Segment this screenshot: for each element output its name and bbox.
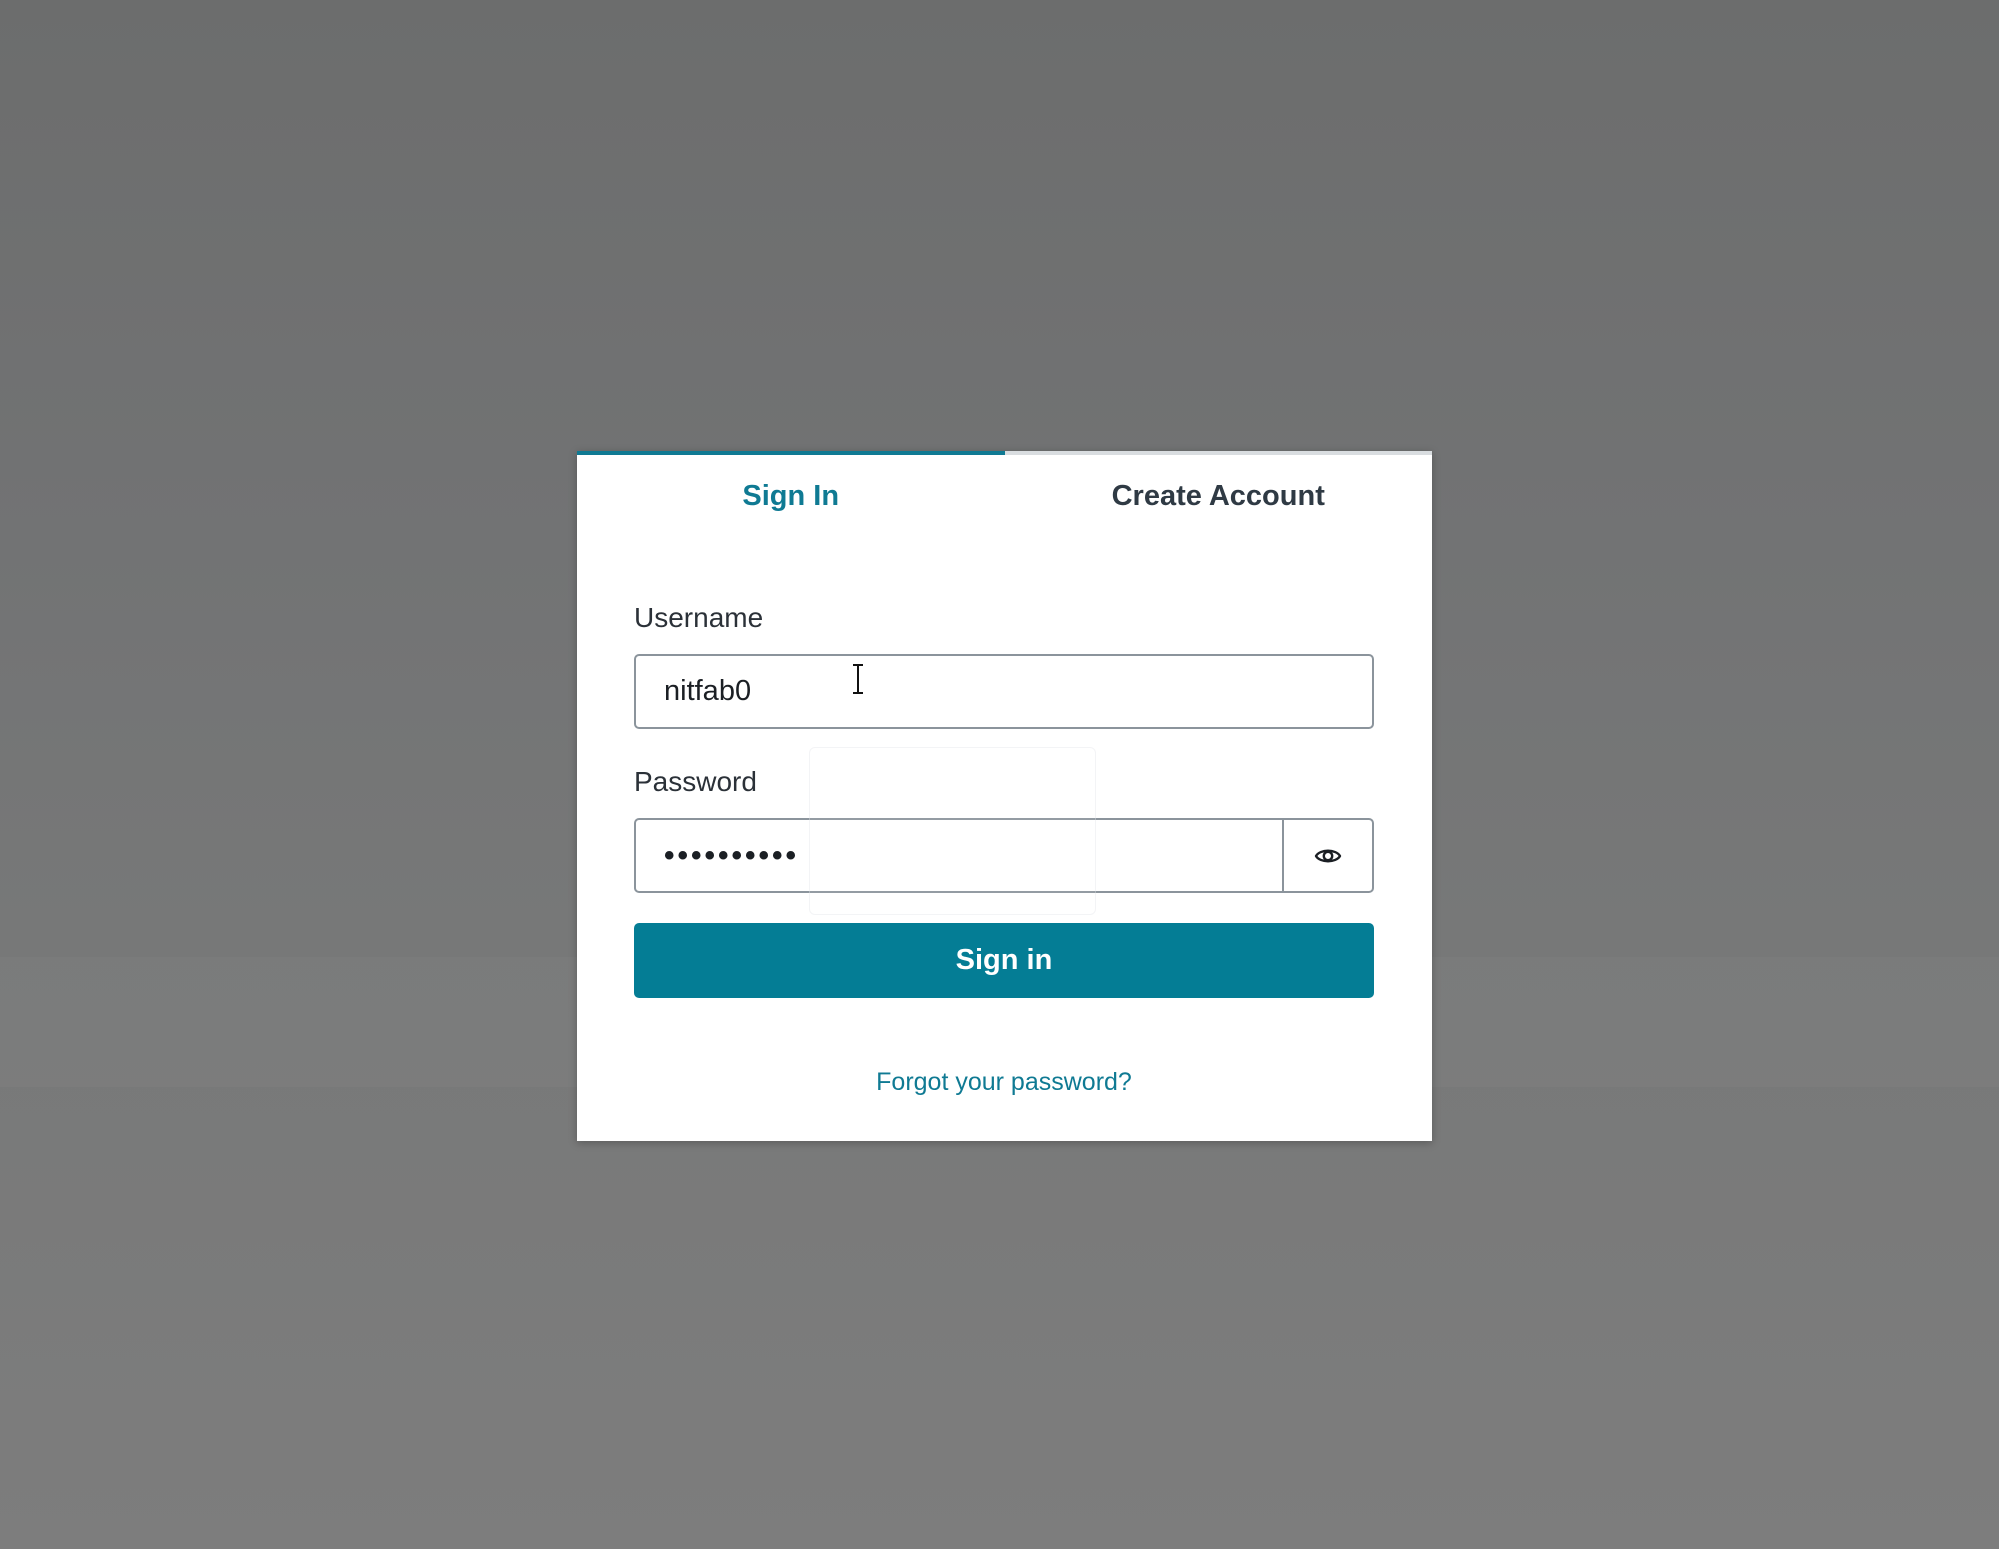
sign-in-dialog: Sign In Create Account Username Password… [577, 451, 1432, 1141]
password-field-group [634, 818, 1374, 893]
tab-sign-in[interactable]: Sign In [577, 451, 1005, 559]
auth-tabs: Sign In Create Account [577, 451, 1432, 559]
forgot-password-link[interactable]: Forgot your password? [634, 1068, 1374, 1097]
tab-sign-in-label: Sign In [742, 479, 840, 512]
show-password-button[interactable] [1284, 818, 1374, 893]
username-label: Username [634, 602, 764, 633]
username-input[interactable] [634, 654, 1374, 729]
password-input[interactable] [634, 818, 1284, 893]
eye-icon [1314, 849, 1342, 862]
password-label: Password [634, 766, 757, 797]
sign-in-form: Username Password Sign in Forgot your pa… [634, 601, 1374, 1097]
tab-create-account[interactable]: Create Account [1004, 451, 1432, 559]
tab-create-account-label: Create Account [1111, 479, 1325, 512]
sign-in-button[interactable]: Sign in [634, 923, 1374, 998]
